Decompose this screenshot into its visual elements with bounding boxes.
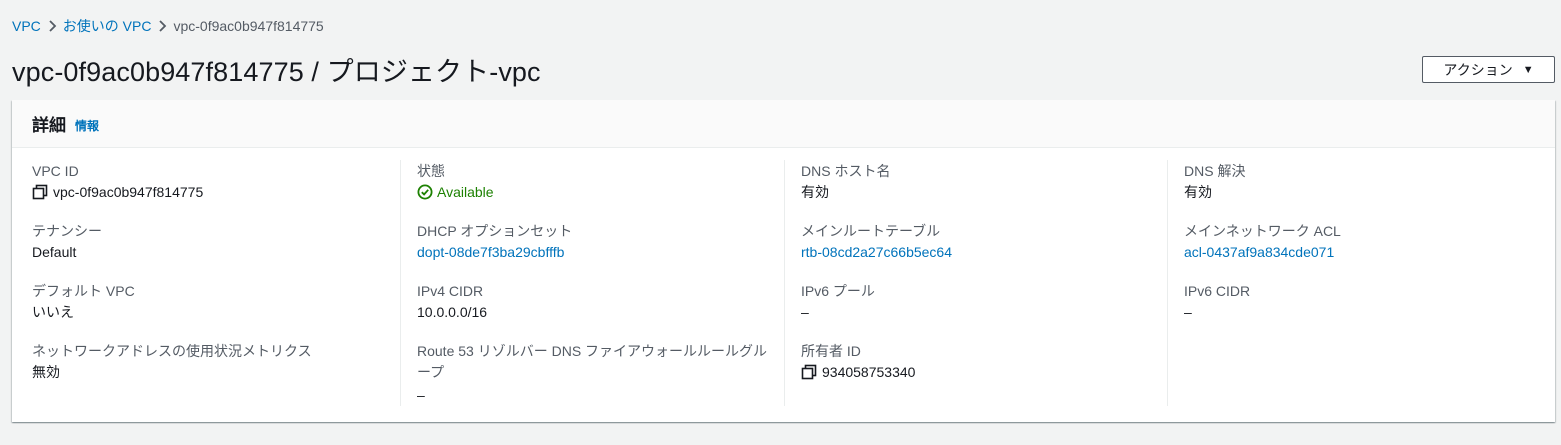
actions-button[interactable]: アクション ▼	[1422, 56, 1555, 83]
field-tenancy: テナンシー Default	[32, 219, 392, 279]
details-column-1: VPC ID vpc-0f9ac0b947f814775 テナンシー Defau…	[32, 159, 392, 399]
field-label: テナンシー	[32, 223, 102, 239]
chevron-right-icon	[151, 20, 173, 32]
column-divider	[1167, 160, 1168, 406]
field-value: いいえ	[32, 304, 74, 320]
field-label: メインルートテーブル	[801, 223, 941, 239]
info-link[interactable]: 情報	[75, 117, 99, 134]
owner-id-value: 934058753340	[822, 364, 916, 380]
field-vpc-id: VPC ID vpc-0f9ac0b947f814775	[32, 159, 392, 219]
field-ipv6-pool: IPv6 プール –	[801, 279, 1161, 339]
field-state: 状態 Available	[417, 159, 777, 219]
field-label: IPv6 プール	[801, 283, 875, 299]
field-value: 有効	[801, 184, 829, 200]
breadcrumb: VPC お使いの VPC vpc-0f9ac0b947f814775	[12, 17, 324, 35]
details-column-2: 状態 Available DHCP オプションセット dopt-08de7f3b…	[417, 159, 777, 403]
field-label: DNS 解決	[1184, 163, 1246, 179]
field-owner-id: 所有者 ID 934058753340	[801, 339, 1161, 399]
field-main-route-table: メインルートテーブル rtb-08cd2a27c66b5ec64	[801, 219, 1161, 279]
details-column-3: DNS ホスト名 有効 メインルートテーブル rtb-08cd2a27c66b5…	[801, 159, 1161, 399]
field-network-address-metrics: ネットワークアドレスの使用状況メトリクス 無効	[32, 339, 392, 399]
field-dhcp-options: DHCP オプションセット dopt-08de7f3ba29cbfffb	[417, 219, 777, 279]
column-divider	[400, 160, 401, 406]
column-divider	[784, 160, 785, 406]
details-heading: 詳細	[32, 116, 66, 135]
field-route53-dns-firewall: Route 53 リゾルバー DNS ファイアウォールルールグループ –	[417, 339, 777, 403]
main-route-table-link[interactable]: rtb-08cd2a27c66b5ec64	[801, 241, 1161, 263]
field-value: –	[1184, 304, 1192, 320]
field-label: DHCP オプションセット	[417, 223, 573, 239]
field-value: Default	[32, 244, 77, 260]
main-network-acl-link[interactable]: acl-0437af9a834cde071	[1184, 241, 1544, 263]
field-main-network-acl: メインネットワーク ACL acl-0437af9a834cde071	[1184, 219, 1544, 279]
copy-icon[interactable]	[801, 364, 817, 380]
field-label: メインネットワーク ACL	[1184, 223, 1341, 239]
field-label: 状態	[417, 163, 445, 179]
breadcrumb-link-vpc[interactable]: VPC	[12, 18, 41, 34]
vpc-id-value: vpc-0f9ac0b947f814775	[53, 184, 204, 200]
breadcrumb-link-your-vpcs[interactable]: お使いの VPC	[63, 16, 152, 36]
caret-down-icon: ▼	[1522, 63, 1534, 76]
details-grid: VPC ID vpc-0f9ac0b947f814775 テナンシー Defau…	[12, 148, 1555, 422]
copy-icon[interactable]	[32, 184, 48, 200]
page-title: vpc-0f9ac0b947f814775 / プロジェクト-vpc	[12, 57, 541, 87]
field-dns-hostnames: DNS ホスト名 有効	[801, 159, 1161, 219]
field-label: ネットワークアドレスの使用状況メトリクス	[32, 343, 312, 359]
field-label: DNS ホスト名	[801, 163, 891, 179]
field-ipv4-cidr: IPv4 CIDR 10.0.0.0/16	[417, 279, 777, 339]
breadcrumb-current: vpc-0f9ac0b947f814775	[173, 18, 324, 34]
field-label: 所有者 ID	[801, 343, 861, 359]
field-value: 無効	[32, 364, 60, 380]
details-column-4: DNS 解決 有効 メインネットワーク ACL acl-0437af9a834c…	[1184, 159, 1544, 339]
chevron-right-icon	[41, 20, 63, 32]
field-label: VPC ID	[32, 163, 79, 179]
status-badge: Available	[417, 181, 777, 203]
state-value: Available	[437, 184, 494, 200]
field-value: 934058753340	[801, 361, 1161, 383]
field-label: デフォルト VPC	[32, 283, 135, 299]
field-label: IPv4 CIDR	[417, 283, 484, 299]
field-value: –	[801, 304, 809, 320]
field-default-vpc: デフォルト VPC いいえ	[32, 279, 392, 339]
field-value: vpc-0f9ac0b947f814775	[32, 181, 392, 203]
actions-button-label: アクション	[1443, 61, 1513, 78]
dhcp-options-link[interactable]: dopt-08de7f3ba29cbfffb	[417, 241, 777, 263]
field-value: 10.0.0.0/16	[417, 304, 488, 320]
details-panel: 詳細 情報 VPC ID vpc-0f9ac0b947f814775 テナンシー…	[12, 100, 1555, 422]
field-ipv6-cidr: IPv6 CIDR –	[1184, 279, 1544, 339]
field-label: Route 53 リゾルバー DNS ファイアウォールルールグループ	[417, 343, 768, 380]
field-value: 有効	[1184, 184, 1212, 200]
check-circle-icon	[417, 184, 433, 200]
field-value: –	[417, 387, 425, 403]
field-dns-resolution: DNS 解決 有効	[1184, 159, 1544, 219]
details-panel-header: 詳細 情報	[12, 100, 1555, 148]
field-label: IPv6 CIDR	[1184, 283, 1251, 299]
